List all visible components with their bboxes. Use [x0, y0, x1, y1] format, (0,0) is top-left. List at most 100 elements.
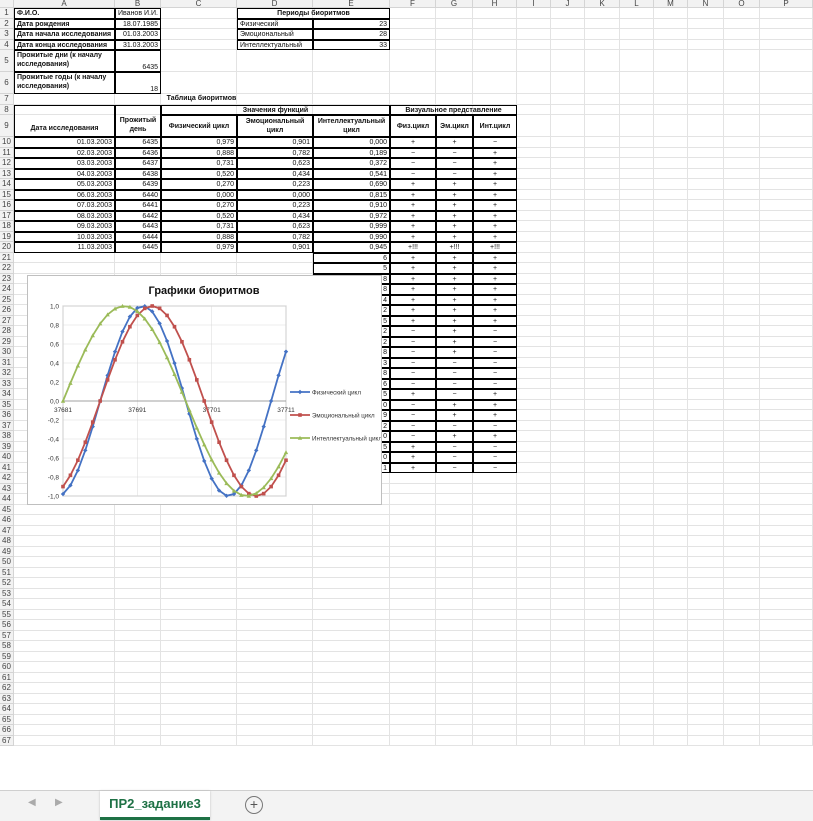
empty-cell[interactable]: [688, 347, 724, 358]
empty-cell[interactable]: [517, 399, 551, 410]
row-header[interactable]: 30: [0, 347, 14, 358]
empty-cell[interactable]: [620, 18, 654, 29]
empty-cell[interactable]: [115, 683, 161, 694]
empty-cell[interactable]: [760, 662, 813, 673]
empty-cell[interactable]: [688, 641, 724, 652]
row-header[interactable]: 55: [0, 609, 14, 620]
row-header[interactable]: 46: [0, 515, 14, 526]
column-header[interactable]: O: [724, 0, 760, 8]
empty-cell[interactable]: [161, 651, 237, 662]
row-header[interactable]: 16: [0, 200, 14, 211]
empty-cell[interactable]: [517, 284, 551, 295]
empty-cell[interactable]: [688, 504, 724, 515]
empty-cell[interactable]: [473, 620, 517, 631]
empty-cell[interactable]: [390, 672, 436, 683]
emo-cell[interactable]: 0,223: [237, 200, 313, 211]
empty-cell[interactable]: [585, 147, 620, 158]
visual-emo-cell[interactable]: −: [436, 168, 473, 179]
empty-cell[interactable]: [313, 662, 390, 673]
empty-cell[interactable]: [585, 284, 620, 295]
empty-cell[interactable]: [688, 210, 724, 221]
empty-cell[interactable]: [688, 651, 724, 662]
empty-cell[interactable]: [585, 683, 620, 694]
column-header[interactable]: G: [436, 0, 473, 8]
row-header[interactable]: 50: [0, 557, 14, 568]
empty-cell[interactable]: [724, 368, 760, 379]
empty-cell[interactable]: [760, 399, 813, 410]
empty-cell[interactable]: [237, 504, 313, 515]
empty-cell[interactable]: [760, 368, 813, 379]
empty-cell[interactable]: [724, 357, 760, 368]
day-cell[interactable]: 6439: [115, 179, 161, 190]
empty-cell[interactable]: [760, 168, 813, 179]
empty-cell[interactable]: [115, 588, 161, 599]
visual-emo-cell[interactable]: +: [436, 294, 473, 305]
day-cell[interactable]: 6436: [115, 147, 161, 158]
visual-phys-cell[interactable]: +: [390, 462, 436, 473]
empty-cell[interactable]: [654, 651, 688, 662]
empty-cell[interactable]: [390, 94, 436, 105]
empty-cell[interactable]: [654, 452, 688, 463]
column-header[interactable]: C: [161, 0, 237, 8]
date-cell[interactable]: 08.03.2003: [14, 210, 115, 221]
triangle-left-icon[interactable]: ◀: [28, 797, 36, 808]
empty-cell[interactable]: [237, 263, 313, 274]
empty-cell[interactable]: [760, 221, 813, 232]
empty-cell[interactable]: [620, 599, 654, 610]
empty-cell[interactable]: [517, 599, 551, 610]
visual-int-cell[interactable]: +: [473, 189, 517, 200]
empty-cell[interactable]: [585, 231, 620, 242]
empty-cell[interactable]: [551, 557, 585, 568]
empty-cell[interactable]: [161, 515, 237, 526]
empty-cell[interactable]: [313, 588, 390, 599]
visual-int-cell[interactable]: −: [473, 347, 517, 358]
empty-cell[interactable]: [585, 221, 620, 232]
row-header[interactable]: 45: [0, 504, 14, 515]
empty-cell[interactable]: [551, 263, 585, 274]
empty-cell[interactable]: [620, 357, 654, 368]
phys-cell[interactable]: 0,888: [161, 231, 237, 242]
visual-emo-cell[interactable]: −: [436, 357, 473, 368]
empty-cell[interactable]: [585, 672, 620, 683]
empty-cell[interactable]: [585, 620, 620, 631]
empty-cell[interactable]: [760, 599, 813, 610]
empty-cell[interactable]: [724, 683, 760, 694]
emo-cell[interactable]: 0,901: [237, 242, 313, 253]
empty-cell[interactable]: [237, 651, 313, 662]
visual-phys-cell[interactable]: −: [390, 420, 436, 431]
empty-cell[interactable]: [115, 504, 161, 515]
empty-cell[interactable]: [14, 725, 115, 736]
empty-cell[interactable]: [620, 50, 654, 72]
empty-cell[interactable]: [585, 494, 620, 505]
empty-cell[interactable]: [551, 29, 585, 40]
empty-cell[interactable]: [620, 704, 654, 715]
visual-int-cell[interactable]: +: [473, 200, 517, 211]
empty-cell[interactable]: [390, 693, 436, 704]
empty-cell[interactable]: [517, 420, 551, 431]
empty-cell[interactable]: [517, 641, 551, 652]
empty-cell[interactable]: [551, 672, 585, 683]
empty-cell[interactable]: [654, 662, 688, 673]
empty-cell[interactable]: [115, 693, 161, 704]
empty-cell[interactable]: [551, 452, 585, 463]
empty-cell[interactable]: [654, 599, 688, 610]
row-header[interactable]: 37: [0, 420, 14, 431]
empty-cell[interactable]: [390, 567, 436, 578]
empty-cell[interactable]: [688, 368, 724, 379]
row-header[interactable]: 40: [0, 452, 14, 463]
empty-cell[interactable]: [654, 39, 688, 50]
date-cell[interactable]: 04.03.2003: [14, 168, 115, 179]
empty-cell[interactable]: [436, 693, 473, 704]
empty-cell[interactable]: [551, 158, 585, 169]
column-header[interactable]: L: [620, 0, 654, 8]
empty-cell[interactable]: [688, 525, 724, 536]
empty-cell[interactable]: [654, 168, 688, 179]
empty-cell[interactable]: [620, 104, 654, 115]
biorhythm-chart[interactable]: Графики биоритмов 1,0 0,8 0,6 0,4 0,2 0,0 -0,2 -…: [27, 275, 382, 505]
empty-cell[interactable]: [724, 242, 760, 253]
empty-cell[interactable]: [760, 273, 813, 284]
empty-cell[interactable]: [551, 104, 585, 115]
empty-cell[interactable]: [390, 578, 436, 589]
empty-cell[interactable]: [585, 72, 620, 94]
visual-int-cell[interactable]: +: [473, 389, 517, 400]
